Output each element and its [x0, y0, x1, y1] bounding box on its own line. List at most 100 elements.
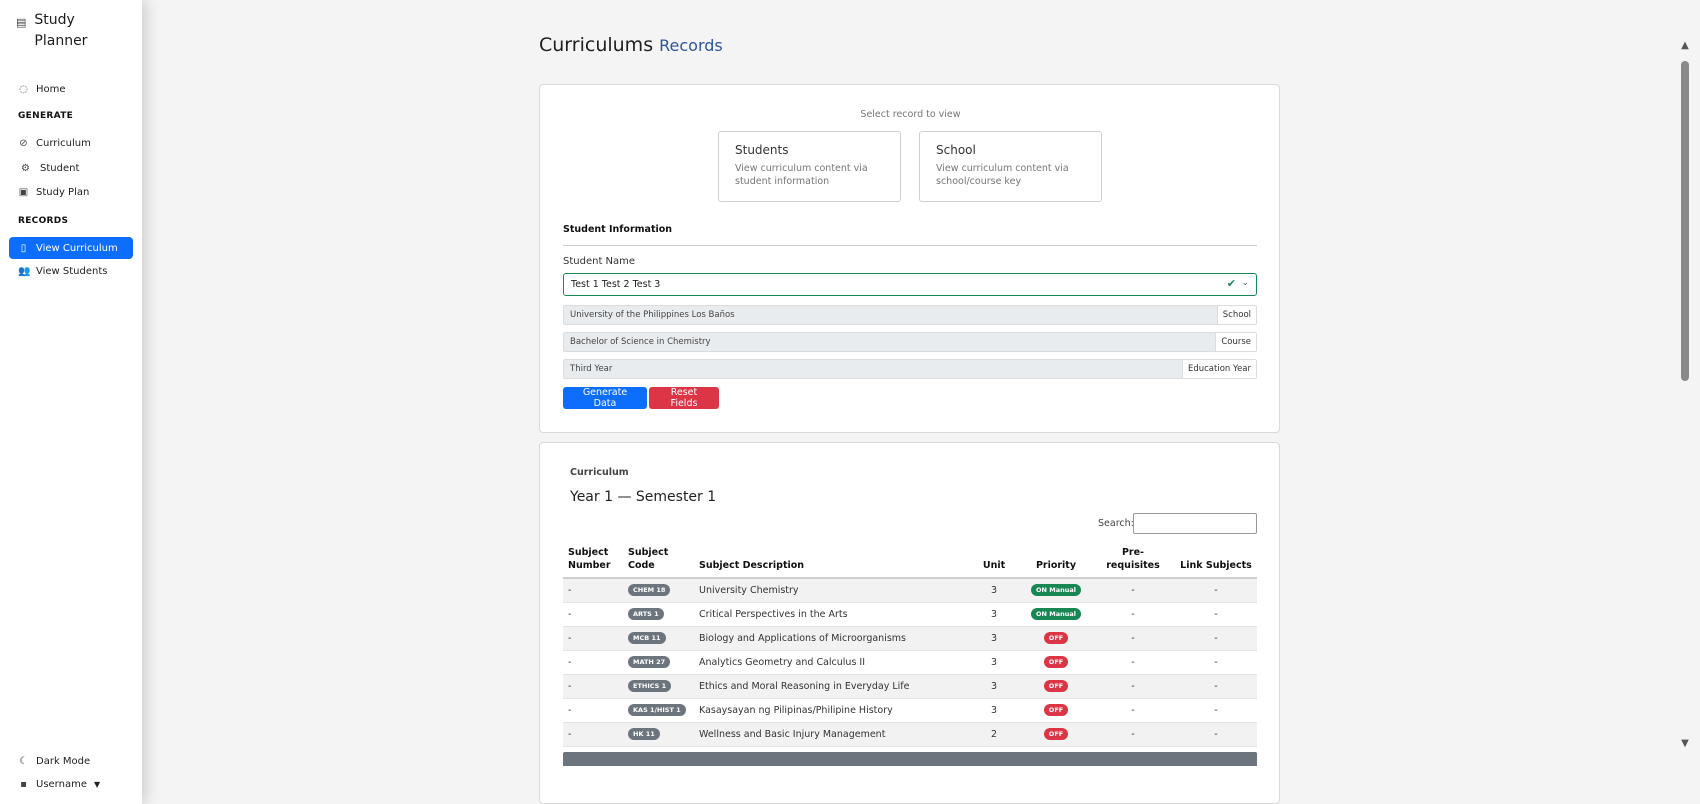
priority-toggle-badge[interactable]: OFF [1043, 656, 1069, 668]
cell-subject-code: ETHICS 1 [623, 674, 694, 699]
sidebar-item-study-plan[interactable]: ▣ Study Plan [9, 181, 133, 203]
sidebar: ▤ Study Planner ◌ Home GENERATE ⊘ Curric… [0, 0, 142, 804]
col-priority[interactable]: Priority [1021, 546, 1091, 579]
cell-prerequisites: - [1091, 722, 1175, 747]
record-selection-card: Select record to view Students View curr… [539, 84, 1280, 433]
cell-prerequisites: - [1091, 650, 1175, 675]
scroll-down-icon[interactable]: ▼ [1678, 738, 1692, 749]
table-row: - ETHICS 1 Ethics and Moral Reasoning in E… [563, 674, 1257, 699]
table-row: - MCB 11 Biology and Applications of Micro… [563, 626, 1257, 651]
cell-priority: OFF [1021, 626, 1091, 651]
record-option-title: School [936, 143, 976, 157]
table-header-row: Subject Number Subject Code Subject Desc… [563, 546, 1257, 579]
scroll-up-icon[interactable]: ▲ [1678, 40, 1692, 51]
user-gear-icon: ⚙ [21, 162, 30, 174]
record-option-title: Students [735, 143, 789, 157]
moon-icon: ☾ [19, 755, 28, 767]
app: ▤ Study Planner ◌ Home GENERATE ⊘ Curric… [0, 0, 1700, 804]
cell-subject-number: - [563, 698, 623, 723]
table-row: - HK 11 Wellness and Basic Injury Manageme… [563, 722, 1257, 747]
section-label-records: RECORDS [18, 216, 69, 226]
search-input[interactable] [1133, 513, 1257, 534]
home-icon: ◌ [19, 83, 28, 95]
cell-prerequisites: - [1091, 674, 1175, 699]
caret-down-icon: ▼ [93, 779, 101, 789]
sidebar-item-label: Study Plan [36, 186, 90, 198]
curriculum-table: Subject Number Subject Code Subject Desc… [563, 546, 1257, 747]
username-label: Username [36, 778, 87, 790]
curriculum-label: Curriculum [570, 467, 629, 478]
page-title-sub: Records [659, 36, 723, 55]
sidebar-item-view-students[interactable]: 👥 View Students [9, 260, 133, 282]
cell-subject-number: - [563, 626, 623, 651]
priority-toggle-badge[interactable]: ON Manual [1031, 608, 1081, 620]
table-row: - MATH 27 Analytics Geometry and Calculus … [563, 650, 1257, 675]
cell-subject-code: MCB 11 [623, 626, 694, 651]
generate-data-button[interactable]: Generate Data [563, 387, 647, 409]
dark-mode-toggle[interactable]: ☾ Dark Mode [9, 750, 133, 772]
subject-code-badge: MCB 11 [628, 632, 666, 644]
cell-subject-description: Analytics Geometry and Calculus II [694, 650, 967, 675]
record-option-students[interactable]: Students View curriculum content via stu… [718, 131, 901, 202]
record-option-desc: View curriculum content via student info… [735, 163, 868, 187]
table-row: - KAS 1/HIST 1 Kasaysayan ng Pilipinas/Phi… [563, 698, 1257, 723]
divider [563, 245, 1257, 246]
student-name-select[interactable]: Test 1 Test 2 Test 3 ✔ ⌄ [563, 273, 1257, 296]
course-value: Bachelor of Science in Chemistry [563, 332, 1216, 352]
col-prerequisites[interactable]: Pre-requisites [1091, 546, 1175, 579]
col-subject-code[interactable]: Subject Code [623, 546, 694, 579]
cell-link-subjects: - [1175, 578, 1257, 603]
cell-subject-code: CHEM 18 [623, 578, 694, 603]
subject-code-badge: KAS 1/HIST 1 [628, 704, 686, 716]
cell-subject-code: KAS 1/HIST 1 [623, 698, 694, 723]
brand[interactable]: ▤ Study Planner [16, 10, 104, 52]
document-icon: ▯ [20, 242, 27, 254]
priority-toggle-badge[interactable]: OFF [1043, 728, 1069, 740]
brand-title: Study Planner [34, 12, 88, 49]
user-menu[interactable]: ▪ Username ▼ [9, 773, 133, 795]
sidebar-item-view-curriculum[interactable]: ▯ View Curriculum [9, 237, 133, 259]
sidebar-item-label: View Students [36, 265, 108, 277]
cell-subject-number: - [563, 650, 623, 675]
calendar-icon: ▣ [18, 186, 29, 198]
cell-prerequisites: - [1091, 698, 1175, 723]
cell-subject-number: - [563, 578, 623, 603]
student-name-label: Student Name [563, 256, 636, 267]
cell-subject-code: ARTS 1 [623, 602, 694, 627]
check-icon: ✔ [1226, 277, 1236, 290]
record-option-desc: View curriculum content via school/cours… [936, 163, 1069, 187]
cell-priority: ON Manual [1021, 578, 1091, 603]
sidebar-item-student[interactable]: ⚙ Student [9, 157, 133, 179]
priority-toggle-badge[interactable]: ON Manual [1031, 584, 1081, 597]
priority-toggle-badge[interactable]: OFF [1043, 704, 1069, 716]
cell-unit: 3 [967, 650, 1021, 675]
cell-subject-description: Wellness and Basic Injury Management [694, 722, 967, 747]
book-icon: ▤ [16, 16, 27, 29]
school-addon: School [1216, 305, 1257, 325]
sidebar-item-label: Student [40, 162, 80, 174]
cell-link-subjects: - [1175, 602, 1257, 627]
col-unit[interactable]: Unit [967, 546, 1021, 579]
priority-toggle-badge[interactable]: OFF [1043, 632, 1069, 644]
chevron-down-icon: ⌄ [1241, 278, 1249, 288]
scrollbar-thumb[interactable] [1681, 61, 1689, 381]
priority-toggle-badge[interactable]: OFF [1043, 680, 1069, 692]
col-link-subjects[interactable]: Link Subjects [1175, 546, 1257, 579]
cell-link-subjects: - [1175, 674, 1257, 699]
sidebar-item-home[interactable]: ◌ Home [9, 78, 133, 100]
reset-fields-button[interactable]: Reset Fields [649, 387, 719, 409]
users-icon: 👥 [18, 265, 31, 277]
sidebar-item-curriculum[interactable]: ⊘ Curriculum [9, 132, 133, 154]
record-option-school[interactable]: School View curriculum content via schoo… [919, 131, 1102, 202]
subject-code-badge: MATH 27 [628, 656, 671, 668]
col-subject-description[interactable]: Subject Description [694, 546, 967, 579]
page-title: Curriculums Records [539, 34, 723, 56]
cell-link-subjects: - [1175, 722, 1257, 747]
sidebar-item-label: View Curriculum [36, 242, 118, 254]
cell-subject-description: Biology and Applications of Microorganis… [694, 626, 967, 651]
col-subject-number[interactable]: Subject Number [563, 546, 623, 579]
cell-prerequisites: - [1091, 626, 1175, 651]
curriculum-table-body: - CHEM 18 University Chemistry 3 ON Manual - -… [563, 578, 1257, 747]
scrollbar[interactable]: ▲ ▼ [1678, 36, 1692, 760]
cell-unit: 2 [967, 722, 1021, 747]
